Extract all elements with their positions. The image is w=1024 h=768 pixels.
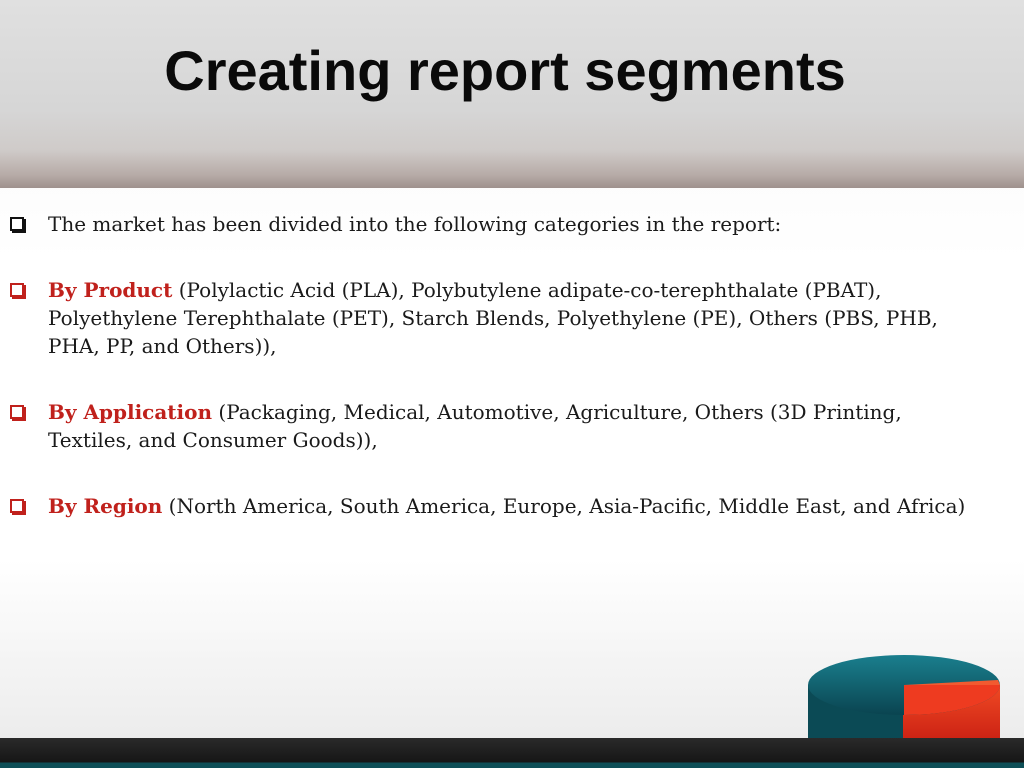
checkbox-square-icon	[10, 217, 24, 231]
bullet-intro: The market has been divided into the fol…	[10, 210, 970, 238]
footer-bar	[0, 738, 1024, 768]
title-bar: Creating report segments	[0, 0, 1024, 188]
slide-title: Creating report segments	[164, 39, 846, 102]
category-label: By Application	[48, 400, 213, 424]
bullet-by-application: By Application (Packaging, Medical, Auto…	[10, 398, 970, 454]
bullet-list: The market has been divided into the fol…	[10, 210, 970, 520]
bullet-text: (North America, South America, Europe, A…	[162, 494, 966, 518]
bullet-text: The market has been divided into the fol…	[48, 212, 782, 236]
bullet-by-region: By Region (North America, South America,…	[10, 492, 970, 520]
checkbox-square-icon	[10, 283, 24, 297]
category-label: By Region	[48, 494, 163, 518]
pie-chart-logo-icon	[808, 655, 1000, 745]
checkbox-square-icon	[10, 405, 24, 419]
checkbox-square-icon	[10, 499, 24, 513]
bullet-text: (Polylactic Acid (PLA), Polybutylene adi…	[48, 278, 938, 358]
bullet-by-product: By Product (Polylactic Acid (PLA), Polyb…	[10, 276, 970, 360]
slide: Creating report segments The market has …	[0, 0, 1024, 768]
category-label: By Product	[48, 278, 173, 302]
